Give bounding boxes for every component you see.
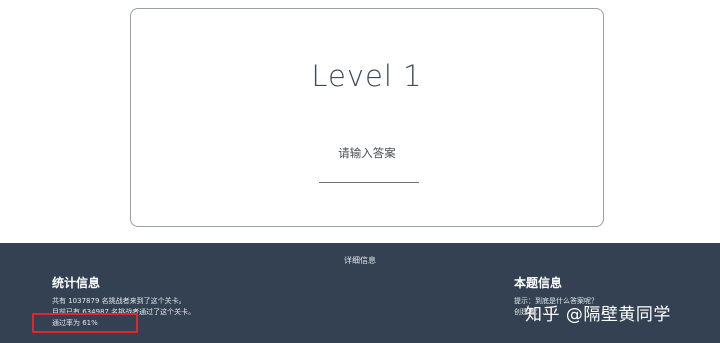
zhihu-watermark: 知乎 @隔壁黄同学 xyxy=(525,305,671,325)
stats-section: 统计信息 共有 1037879 名挑战者来到了这个关卡。 目前已有 634987… xyxy=(32,276,312,333)
question-info-heading: 本题信息 xyxy=(514,276,563,290)
pass-rate-text: 通过率为 61% xyxy=(52,319,98,327)
details-title: 详细信息 xyxy=(344,256,376,265)
stats-heading: 统计信息 xyxy=(52,276,101,290)
details-footer: 详细信息 统计信息 共有 1037879 名挑战者来到了这个关卡。 目前已有 6… xyxy=(0,243,720,343)
page: Level 1 请输入答案 详细信息 统计信息 共有 1037879 名挑战者来… xyxy=(0,0,720,343)
answer-input[interactable] xyxy=(319,166,419,183)
challenger-count-text: 共有 1037879 名挑战者来到了这个关卡。 xyxy=(52,297,186,305)
level-card: Level 1 请输入答案 xyxy=(130,8,604,227)
level-title: Level 1 xyxy=(311,59,423,93)
answer-prompt-label: 请输入答案 xyxy=(338,146,396,160)
